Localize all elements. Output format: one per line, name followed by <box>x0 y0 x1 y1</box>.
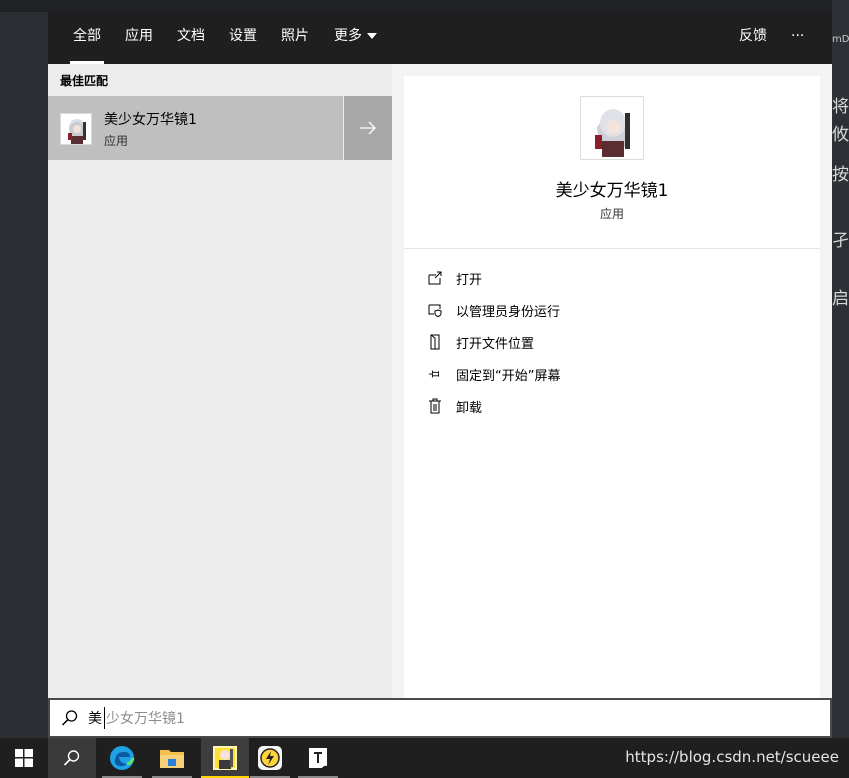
action-open[interactable]: 打开 <box>428 267 482 289</box>
app-icon <box>213 746 237 770</box>
action-open-file-location[interactable]: 打开文件位置 <box>428 331 534 353</box>
tab-more-label: 更多 <box>334 28 362 44</box>
arrow-right-icon <box>360 121 376 135</box>
trash-icon <box>428 398 442 414</box>
watermark-text: https://blog.csdn.net/scueee <box>625 748 839 766</box>
background-text: 按 <box>832 165 849 185</box>
best-match-heading: 最佳匹配 <box>60 74 109 88</box>
edge-browser-icon <box>110 746 135 770</box>
search-icon <box>60 708 80 728</box>
open-details-button[interactable] <box>344 96 392 160</box>
run-as-admin-icon <box>428 302 442 318</box>
action-pin-to-start[interactable]: 固定到“开始”屏幕 <box>428 363 560 385</box>
start-button[interactable] <box>0 738 48 778</box>
taskbar-active-app[interactable] <box>201 738 249 778</box>
action-uninstall[interactable]: 卸载 <box>428 395 482 417</box>
feedback-button[interactable]: 反馈 <box>739 12 767 64</box>
search-autocomplete: 少女万华镜1 <box>106 711 185 727</box>
action-label: 以管理员身份运行 <box>456 304 561 320</box>
background-text: 攸人 <box>832 125 849 145</box>
lightning-icon <box>258 746 282 770</box>
preview-type: 应用 <box>599 207 624 221</box>
background-window-edge: mD 将等 攸人 按 孑 启 <box>832 0 849 738</box>
pin-icon <box>428 366 442 382</box>
tab-more[interactable]: 更多 <box>334 12 377 64</box>
background-text: mD <box>832 34 849 45</box>
result-type: 应用 <box>104 134 129 148</box>
background-top-strip <box>0 0 849 12</box>
divider <box>404 248 820 249</box>
taskbar-file-explorer[interactable] <box>148 738 196 778</box>
action-label: 固定到“开始”屏幕 <box>456 368 561 384</box>
open-icon <box>428 270 442 286</box>
taskbar-typora[interactable] <box>294 738 342 778</box>
background-text: 启 <box>832 289 849 309</box>
search-filter-bar: 全部 应用 文档 设置 照片 更多 反馈 ··· <box>48 12 832 64</box>
search-input[interactable]: 美 少女万华镜1 <box>48 698 832 738</box>
search-icon <box>63 750 80 766</box>
search-panel: 全部 应用 文档 设置 照片 更多 反馈 ··· 最佳匹配 美少女万华镜1 应用 <box>48 12 832 738</box>
background-text: 孑 <box>832 231 849 251</box>
preview-pane: 美少女万华镜1 应用 打开 以管理员身份运行 打开文件位置 固定到“开始”屏幕 <box>404 76 820 698</box>
action-label: 卸载 <box>456 400 483 416</box>
action-run-as-admin[interactable]: 以管理员身份运行 <box>428 299 560 321</box>
tab-photos[interactable]: 照片 <box>281 12 309 64</box>
result-name: 美少女万华镜1 <box>104 112 197 128</box>
best-match-result[interactable]: 美少女万华镜1 应用 <box>48 96 343 160</box>
tab-documents[interactable]: 文档 <box>177 12 205 64</box>
text-cursor <box>104 707 105 729</box>
action-label: 打开 <box>456 272 483 288</box>
tab-apps[interactable]: 应用 <box>125 12 153 64</box>
search-query: 美 <box>88 711 102 727</box>
taskbar: https://blog.csdn.net/scueee <box>0 738 849 778</box>
app-icon-large <box>580 96 644 160</box>
chevron-down-icon <box>367 33 377 39</box>
action-label: 打开文件位置 <box>456 336 535 352</box>
typora-icon <box>309 748 327 768</box>
more-options-button[interactable]: ··· <box>791 12 804 64</box>
preview-title: 美少女万华镜1 <box>555 181 669 201</box>
taskbar-app-yellow[interactable] <box>246 738 294 778</box>
file-location-icon <box>428 334 442 350</box>
taskbar-search-button[interactable] <box>48 738 96 778</box>
windows-logo-icon <box>15 749 33 767</box>
background-text: 将等 <box>832 97 849 117</box>
tab-all[interactable]: 全部 <box>70 12 104 64</box>
tab-settings[interactable]: 设置 <box>229 12 257 64</box>
app-icon <box>60 113 92 145</box>
taskbar-edge[interactable] <box>98 738 146 778</box>
folder-icon <box>160 750 184 768</box>
